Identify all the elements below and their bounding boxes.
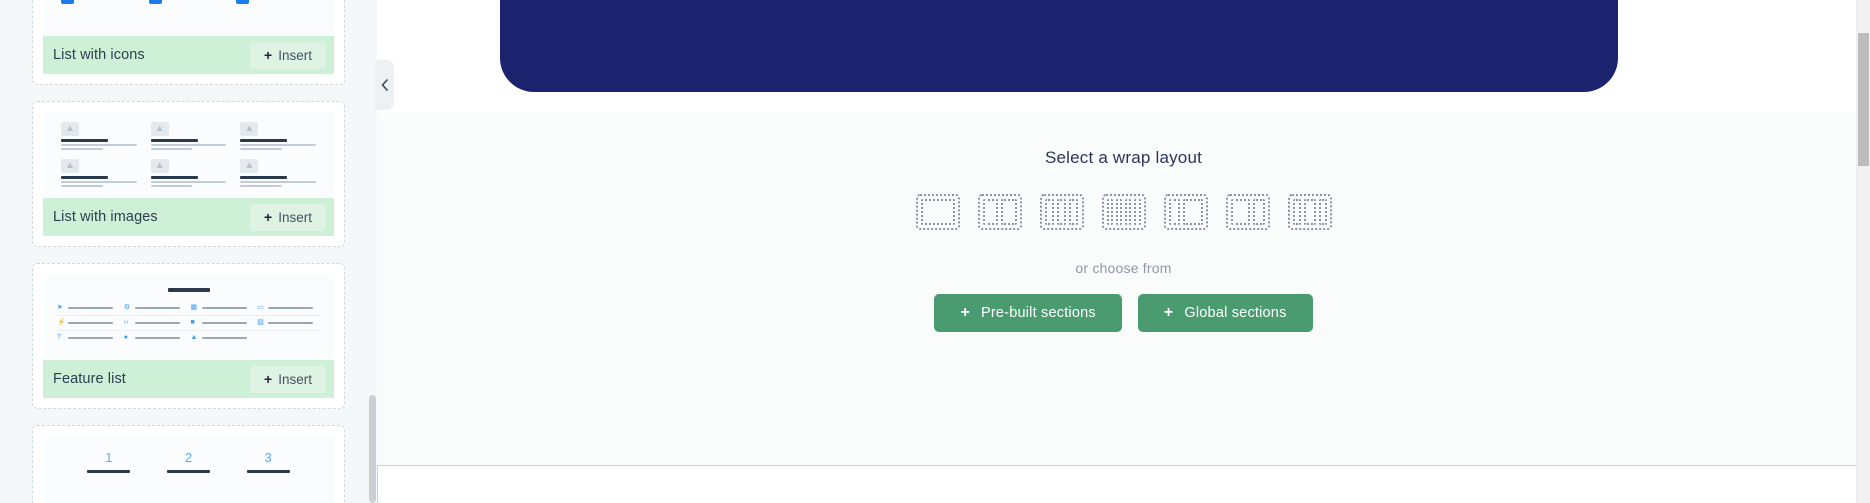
thumb-number: 1	[105, 450, 113, 465]
bag-icon: ■	[190, 319, 195, 326]
block-thumbnail: ➤ ⚙ ▦ ▭ ⚡ ‹› ■ ▧ ? ● ▲	[43, 274, 334, 360]
page-scrollbar[interactable]	[1856, 0, 1870, 503]
grid-icon: ▦	[190, 304, 198, 311]
thumb-number: 3	[264, 450, 272, 465]
section-source-buttons: + Pre-built sections + Global sections	[377, 294, 1870, 332]
wrap-panel-title: Select a wrap layout	[1044, 148, 1203, 167]
question-icon: ?	[57, 334, 61, 341]
layout-2-columns[interactable]	[977, 194, 1022, 230]
sidebar-collapse-button[interactable]	[375, 60, 394, 110]
image-placeholder-icon: ⛰	[240, 159, 259, 173]
block-card-title: List with images	[53, 209, 158, 225]
comment-icon: ●	[123, 334, 128, 341]
block-card-list-with-images[interactable]: ⛰ ⛰ ⛰ ⛰ ⛰ ⛰ List with images + Insert	[32, 101, 345, 247]
image-placeholder-icon: ⛰	[150, 159, 169, 173]
image-placeholder-icon: ⛰	[150, 122, 169, 136]
layout-twothirds-third[interactable]	[1225, 194, 1270, 230]
cart-icon: ▧	[257, 319, 264, 326]
thumb-item: ⛰	[240, 122, 316, 151]
prebuilt-sections-label: Pre-built sections	[981, 305, 1096, 321]
plus-icon: +	[264, 209, 273, 225]
prebuilt-sections-button[interactable]: + Pre-built sections	[934, 294, 1122, 332]
bulb-icon: ⚡	[57, 319, 66, 326]
code-icon: ‹›	[123, 319, 129, 326]
layout-3-columns[interactable]	[1039, 194, 1084, 230]
gear-icon: ⚙	[123, 304, 131, 311]
block-card-bar: List with images + Insert	[43, 198, 334, 236]
sidebar-scrollbar-thumb[interactable]	[369, 395, 376, 503]
layout-1-column[interactable]	[915, 194, 960, 230]
block-thumbnail: ⛰ ⛰ ⛰ ⛰ ⛰ ⛰	[43, 112, 334, 198]
plus-icon: +	[264, 47, 273, 63]
hero-block[interactable]	[500, 0, 1618, 92]
block-card-numbered-list[interactable]: 1 2 3	[32, 425, 345, 503]
plus-icon: +	[960, 304, 971, 321]
thumb-item: ⛰	[61, 159, 137, 188]
clock-icon: ○	[148, 0, 162, 4]
window-icon: ▭	[61, 0, 74, 4]
layout-4-columns[interactable]	[1101, 194, 1146, 230]
thumb-item: ▭	[61, 0, 141, 4]
global-sections-label: Global sections	[1184, 305, 1287, 321]
next-section-outline[interactable]	[377, 465, 1861, 503]
global-sections-button[interactable]: + Global sections	[1137, 294, 1313, 332]
thumb-item: 2	[149, 450, 229, 473]
insert-button[interactable]: + Insert	[250, 41, 326, 69]
header-icon: ▭	[257, 304, 264, 311]
thumb-heading	[167, 288, 210, 292]
thumb-item: ●	[236, 0, 316, 4]
blocks-list: ♥ ▣ ☼ ▭	[0, 0, 377, 503]
page-scrollbar-thumb[interactable]	[1858, 33, 1869, 166]
thumb-item: ⛰	[61, 122, 137, 151]
block-thumbnail: 1 2 3	[43, 436, 334, 503]
chevron-left-icon	[381, 79, 388, 91]
wrap-layout-options	[377, 194, 1870, 230]
block-card-title: Feature list	[53, 371, 126, 387]
block-card-bar: Feature list + Insert	[43, 360, 334, 398]
blocks-sidebar: ♥ ▣ ☼ ▭	[0, 0, 377, 503]
page-canvas: Select a wrap layout or choose from + Pr…	[377, 0, 1870, 503]
insert-button-label: Insert	[278, 371, 312, 387]
thumb-row: ⚡ ‹› ■ ▧	[57, 316, 320, 331]
thumb-item: ○	[148, 0, 229, 4]
builder-screen: ♥ ▣ ☼ ▭	[0, 0, 1870, 503]
block-thumbnail: ♥ ▣ ☼ ▭	[43, 0, 334, 36]
chat-icon: ●	[236, 0, 250, 4]
block-card-title: List with icons	[53, 47, 145, 63]
wrap-layout-panel: Select a wrap layout or choose from + Pr…	[377, 113, 1870, 465]
or-choose-from-label: or choose from	[1075, 260, 1172, 276]
image-placeholder-icon: ⛰	[240, 122, 259, 136]
thumb-item: ⛰	[240, 159, 316, 188]
block-card-list-with-icons[interactable]: ♥ ▣ ☼ ▭	[32, 0, 345, 85]
insert-button[interactable]: + Insert	[250, 203, 326, 231]
thumb-row: ? ● ▲	[57, 331, 320, 345]
insert-button-label: Insert	[278, 209, 312, 225]
block-card-feature-list[interactable]: ➤ ⚙ ▦ ▭ ⚡ ‹› ■ ▧ ? ● ▲ Feature list + In…	[32, 263, 345, 409]
thumb-item: ⛰	[150, 122, 227, 151]
plus-icon: +	[1163, 304, 1174, 321]
thumb-item: 1	[69, 450, 149, 473]
thumb-number: 2	[184, 450, 193, 465]
image-placeholder-icon: ⛰	[61, 122, 79, 136]
insert-button-label: Insert	[278, 47, 312, 63]
plus-icon: +	[264, 371, 273, 387]
thumb-item: 3	[228, 450, 308, 473]
insert-button[interactable]: + Insert	[250, 365, 326, 393]
layout-third-twothirds[interactable]	[1163, 194, 1208, 230]
image-placeholder-icon: ⛰	[61, 159, 79, 173]
layout-quarter-half-quarter[interactable]	[1287, 194, 1332, 230]
users-icon: ▲	[190, 334, 198, 341]
block-card-bar: List with icons + Insert	[43, 36, 334, 74]
thumb-item: ⛰	[150, 159, 227, 188]
thumb-row: ➤ ⚙ ▦ ▭	[57, 301, 320, 316]
cursor-icon: ➤	[57, 304, 63, 311]
